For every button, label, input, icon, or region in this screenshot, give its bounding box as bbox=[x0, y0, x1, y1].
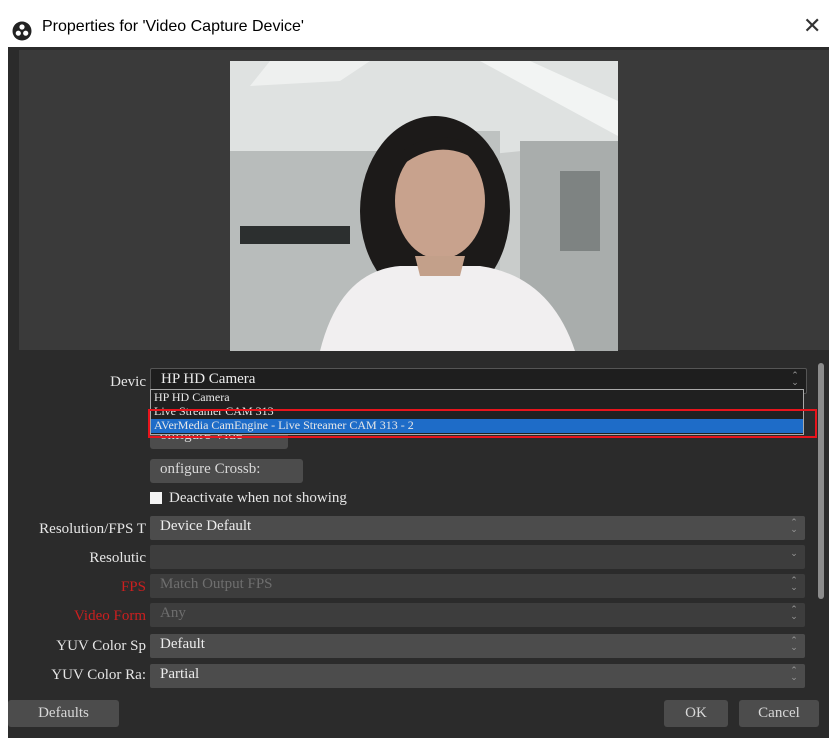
device-select-value: HP HD Camera bbox=[161, 371, 256, 387]
deactivate-label: Deactivate when not showing bbox=[169, 490, 347, 506]
dropdown-option[interactable]: HP HD Camera bbox=[154, 391, 230, 404]
camera-preview-image bbox=[230, 61, 618, 351]
device-label: Devic bbox=[110, 374, 146, 390]
obs-logo-icon bbox=[12, 21, 32, 41]
video-format-label: Video Form bbox=[73, 608, 146, 624]
yuv-color-range-label: YUV Color Ra: bbox=[51, 667, 146, 683]
annotation-highlight-box bbox=[148, 409, 817, 438]
resolution-fps-type-value: Device Default bbox=[160, 518, 252, 534]
fps-value: Match Output FPS bbox=[160, 576, 273, 592]
fps-select[interactable]: Match Output FPS ⌃ ⌄ bbox=[150, 574, 805, 598]
yuv-color-range-select[interactable]: Partial ⌃ ⌄ bbox=[150, 664, 805, 688]
video-format-value: Any bbox=[160, 605, 186, 621]
yuv-color-range-value: Partial bbox=[160, 666, 200, 682]
yuv-color-space-label: YUV Color Sp bbox=[56, 638, 146, 654]
cancel-button[interactable]: Cancel bbox=[739, 700, 819, 727]
updown-arrows-icon: ⌃ ⌄ bbox=[791, 371, 799, 388]
close-icon[interactable]: ✕ bbox=[803, 14, 821, 39]
fps-label: FPS bbox=[120, 579, 146, 595]
properties-dialog: Properties for 'Video Capture Device' ✕ … bbox=[0, 0, 829, 738]
defaults-button[interactable]: Defaults bbox=[8, 700, 119, 727]
updown-arrows-icon: ⌃ ⌄ bbox=[790, 636, 798, 653]
dialog-body: Devic HP HD Camera ⌃ ⌄ onfigure Vide onfi… bbox=[8, 47, 829, 738]
configure-crossbar-button[interactable]: onfigure Crossb: bbox=[150, 459, 303, 483]
window-title: Properties for 'Video Capture Device' bbox=[42, 18, 304, 35]
resolution-fps-type-select[interactable]: Device Default ⌃ ⌄ bbox=[150, 516, 805, 540]
yuv-color-space-select[interactable]: Default ⌃ ⌄ bbox=[150, 634, 805, 658]
updown-arrows-icon: ⌃ ⌄ bbox=[790, 605, 798, 622]
updown-arrows-icon: ⌃ ⌄ bbox=[790, 666, 798, 683]
yuv-color-space-value: Default bbox=[160, 636, 205, 652]
video-format-select[interactable]: Any ⌃ ⌄ bbox=[150, 603, 805, 627]
resolution-fps-type-label: Resolution/FPS T bbox=[39, 521, 146, 537]
resolution-select[interactable]: ⌄ bbox=[150, 545, 805, 569]
ok-button[interactable]: OK bbox=[664, 700, 728, 727]
chevron-down-icon: ⌄ bbox=[790, 549, 798, 559]
deactivate-checkbox[interactable] bbox=[150, 492, 162, 504]
title-bar: Properties for 'Video Capture Device' ✕ bbox=[0, 0, 829, 46]
updown-arrows-icon: ⌃ ⌄ bbox=[790, 518, 798, 535]
updown-arrows-icon: ⌃ ⌄ bbox=[790, 576, 798, 593]
scrollbar-thumb[interactable] bbox=[818, 363, 824, 599]
resolution-label: Resolutic bbox=[89, 550, 146, 566]
